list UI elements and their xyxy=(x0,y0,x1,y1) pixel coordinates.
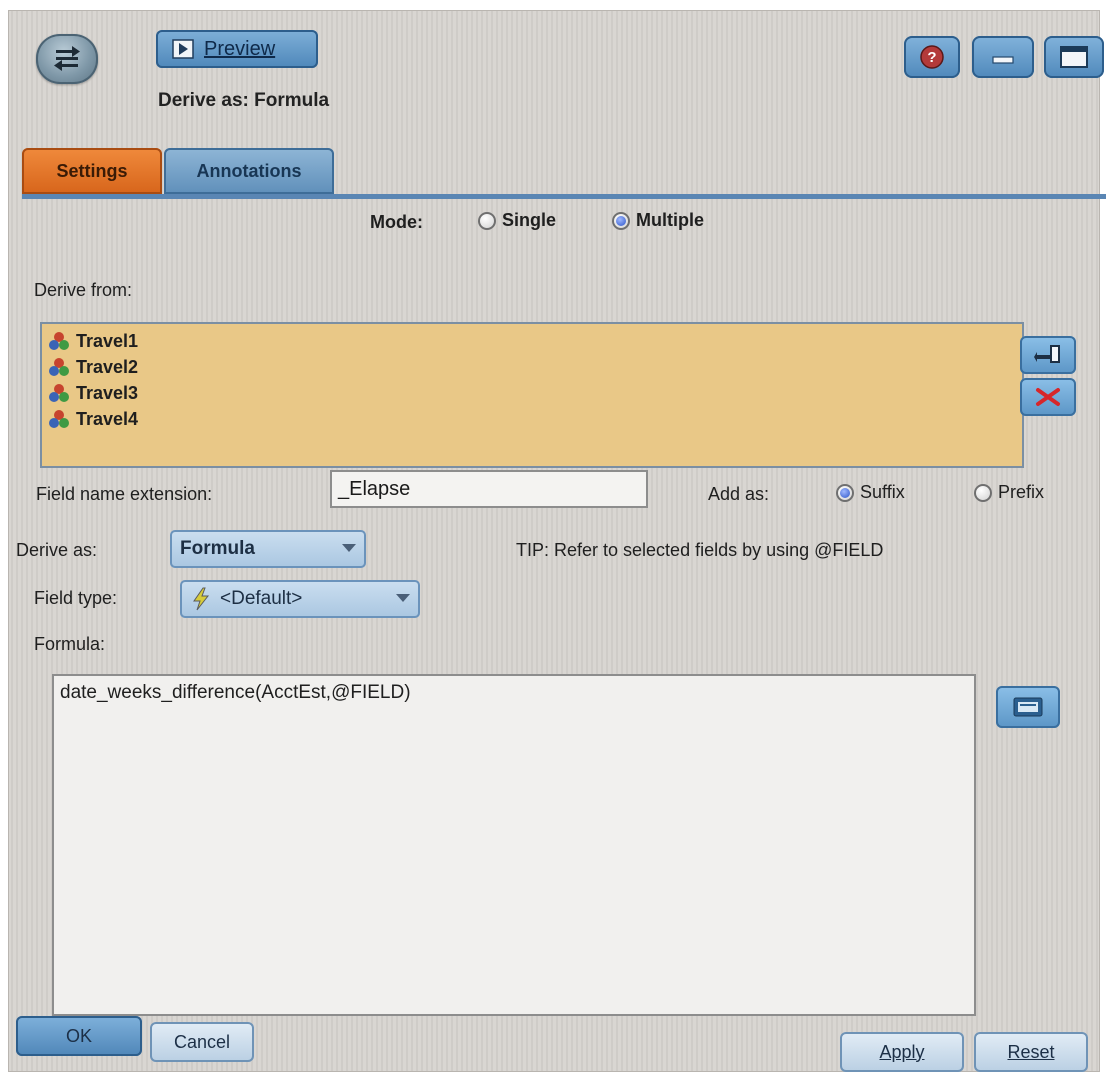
field-set-icon xyxy=(49,384,69,402)
reset-button[interactable]: Reset xyxy=(974,1032,1088,1072)
field-set-icon xyxy=(49,410,69,428)
lightning-icon xyxy=(193,587,210,611)
formula-label: Formula: xyxy=(34,634,106,654)
maximize-icon xyxy=(1060,46,1088,68)
list-item[interactable]: Travel1 xyxy=(48,328,138,354)
mode-multiple-radio[interactable] xyxy=(612,211,630,230)
dialog-title: Derive as: Formula xyxy=(158,90,330,111)
play-icon xyxy=(172,39,194,59)
derive-as-value: Formula xyxy=(180,538,255,559)
pick-fields-button[interactable] xyxy=(1020,336,1076,374)
list-item-label: Travel3 xyxy=(76,382,139,403)
add-as-suffix-option[interactable]: Suffix xyxy=(836,482,905,503)
ok-button[interactable]: OK xyxy=(16,1016,142,1056)
chevron-down-icon xyxy=(342,544,356,552)
add-as-suffix-radio[interactable] xyxy=(836,483,854,502)
mode-single-radio[interactable] xyxy=(478,211,496,230)
calculator-icon xyxy=(1013,697,1043,717)
list-item-label: Travel4 xyxy=(76,408,139,429)
preview-label: Preview xyxy=(204,37,276,60)
field-type-dropdown[interactable]: <Default> xyxy=(180,580,420,618)
list-item-label: Travel1 xyxy=(76,330,139,351)
add-as-label: Add as: xyxy=(708,484,770,504)
derive-from-list[interactable]: Travel1 Travel2 Travel3 Travel4 xyxy=(40,322,1024,468)
ok-label: OK xyxy=(65,1025,92,1046)
expression-builder-button[interactable] xyxy=(996,686,1060,728)
field-set-icon xyxy=(49,358,69,376)
mode-single-option[interactable]: Single xyxy=(478,210,556,231)
add-as-prefix-option[interactable]: Prefix xyxy=(974,482,1044,503)
list-item[interactable]: Travel4 xyxy=(48,406,138,432)
field-type-value: <Default> xyxy=(220,588,303,609)
tab-settings[interactable]: Settings xyxy=(22,148,162,194)
derive-node-dialog: Preview Derive as: Formula ? Settings An… xyxy=(8,10,1106,1072)
remove-fields-button[interactable] xyxy=(1020,378,1076,416)
mode-label: Mode: xyxy=(370,212,423,232)
list-item[interactable]: Travel3 xyxy=(48,380,138,406)
apply-label: Apply xyxy=(879,1041,925,1062)
cancel-button[interactable]: Cancel xyxy=(150,1022,254,1062)
add-as-prefix-radio[interactable] xyxy=(974,483,992,502)
field-picker-icon xyxy=(1034,345,1060,363)
minimize-icon xyxy=(992,56,1014,64)
derive-as-label: Derive as: xyxy=(16,540,98,560)
tip-text: TIP: Refer to selected fields by using @… xyxy=(516,540,884,560)
field-name-extension-label: Field name extension: xyxy=(36,484,213,504)
svg-text:?: ? xyxy=(927,49,936,66)
tab-divider xyxy=(22,194,1106,199)
field-type-label: Field type: xyxy=(34,588,118,608)
cancel-label: Cancel xyxy=(173,1031,231,1052)
minimize-button[interactable] xyxy=(972,36,1034,78)
reset-label: Reset xyxy=(1007,1041,1055,1062)
apply-button[interactable]: Apply xyxy=(840,1032,964,1072)
mode-multiple-option[interactable]: Multiple xyxy=(612,210,704,231)
add-as-suffix-label: Suffix xyxy=(860,482,905,502)
help-button[interactable]: ? xyxy=(904,36,960,78)
add-as-prefix-label: Prefix xyxy=(998,482,1045,502)
formula-editor[interactable]: date_weeks_difference(AcctEst,@FIELD) xyxy=(52,674,976,1016)
chevron-down-icon xyxy=(396,594,410,602)
mode-multiple-label: Multiple xyxy=(636,210,704,230)
preview-button[interactable]: Preview xyxy=(156,30,318,68)
tab-annotations[interactable]: Annotations xyxy=(164,148,334,194)
formula-text[interactable]: date_weeks_difference(AcctEst,@FIELD) xyxy=(60,682,411,704)
delete-x-icon xyxy=(1036,388,1060,406)
list-item[interactable]: Travel2 xyxy=(48,354,138,380)
maximize-button[interactable] xyxy=(1044,36,1104,78)
list-item-label: Travel2 xyxy=(76,356,139,377)
help-icon: ? xyxy=(920,45,944,69)
derive-as-dropdown[interactable]: Formula xyxy=(170,530,366,568)
derive-from-label: Derive from: xyxy=(34,280,133,300)
derive-node-icon xyxy=(36,34,98,84)
field-name-extension-input[interactable]: _Elapse xyxy=(330,470,648,508)
field-set-icon xyxy=(49,332,69,350)
mode-single-label: Single xyxy=(502,210,557,230)
